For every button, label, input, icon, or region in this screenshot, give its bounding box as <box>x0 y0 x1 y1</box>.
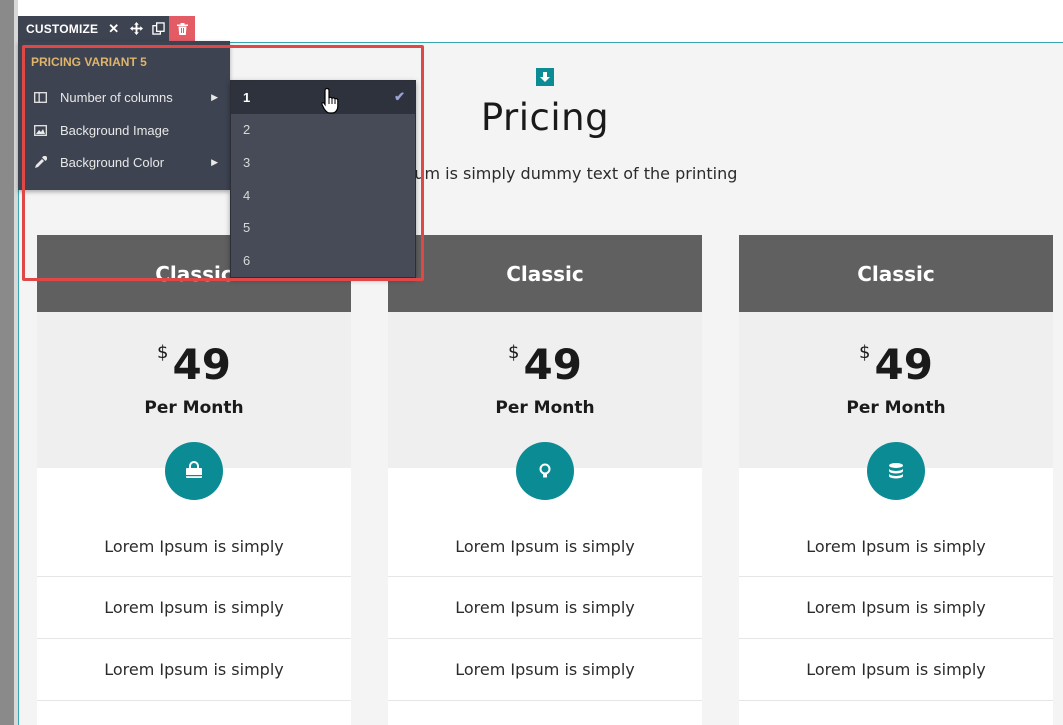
price: $49 <box>388 340 702 389</box>
feature-list: Lorem Ipsum is simply Lorem Ipsum is sim… <box>739 468 1053 725</box>
feature-item: Lorem Ipsum is simply <box>739 577 1053 639</box>
feature-item: Lorem Ipsum is simply <box>388 577 702 639</box>
pricing-card: Classic $49 Per Month Lorem Ipsum is sim… <box>739 235 1053 725</box>
page-title: Pricing <box>480 96 610 139</box>
price-period: Per Month <box>144 398 244 418</box>
price: $49 <box>37 340 351 389</box>
feature-item: Lorem Ipsum is simply <box>739 639 1053 701</box>
lightbulb-icon <box>516 442 574 500</box>
close-icon[interactable]: ✕ <box>108 21 119 37</box>
pricing-card: Classic $49 Per Month Lorem Ipsum is sim… <box>388 235 702 725</box>
duplicate-icon[interactable] <box>147 16 170 41</box>
plan-name: Classic <box>739 235 1053 312</box>
window-frame <box>0 0 14 725</box>
currency-symbol: $ <box>859 342 871 363</box>
page-subtitle: sum is simply dummy text of the printing <box>406 164 738 183</box>
feature-list: Lorem Ipsum is simply Lorem Ipsum is sim… <box>37 468 351 725</box>
feature-item: Lorem Ipsum is simply <box>37 639 351 701</box>
currency-symbol: $ <box>157 342 169 363</box>
trash-icon[interactable] <box>169 16 196 41</box>
currency-symbol: $ <box>508 342 520 363</box>
hand-cursor-icon <box>321 87 343 120</box>
feature-list: Lorem Ipsum is simply Lorem Ipsum is sim… <box>388 468 702 725</box>
customize-toolbar: CUSTOMIZE ✕ <box>18 16 196 41</box>
price-amount: 49 <box>874 340 933 389</box>
price-amount: 49 <box>172 340 231 389</box>
price-period: Per Month <box>846 398 946 418</box>
database-icon <box>867 442 925 500</box>
feature-item: Lorem Ipsum is simply <box>37 577 351 639</box>
section-outline-top <box>208 42 1063 43</box>
price-period: Per Month <box>495 398 595 418</box>
price: $49 <box>739 340 1053 389</box>
move-icon[interactable] <box>125 16 148 41</box>
customize-button[interactable]: CUSTOMIZE ✕ <box>18 16 126 41</box>
arrow-down-icon[interactable] <box>536 68 554 86</box>
feature-item: Lorem Ipsum is simply <box>388 639 702 701</box>
highlight-annotation <box>22 45 424 281</box>
price-amount: 49 <box>523 340 582 389</box>
plan-name: Classic <box>388 235 702 312</box>
pricing-card: Classic $49 Per Month Lorem Ipsum is sim… <box>37 235 351 725</box>
shopping-bag-icon <box>165 442 223 500</box>
